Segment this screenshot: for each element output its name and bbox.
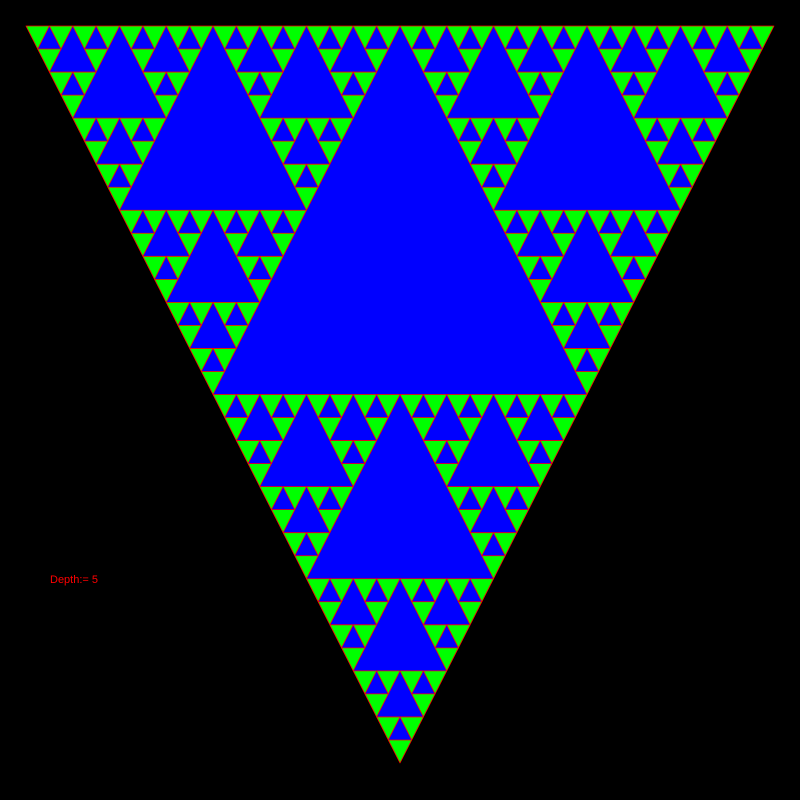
depth-label: Depth:= 5: [50, 574, 99, 586]
sierpinski-fractal-canvas: [25, 25, 775, 764]
triangle-layer: [25, 25, 775, 764]
